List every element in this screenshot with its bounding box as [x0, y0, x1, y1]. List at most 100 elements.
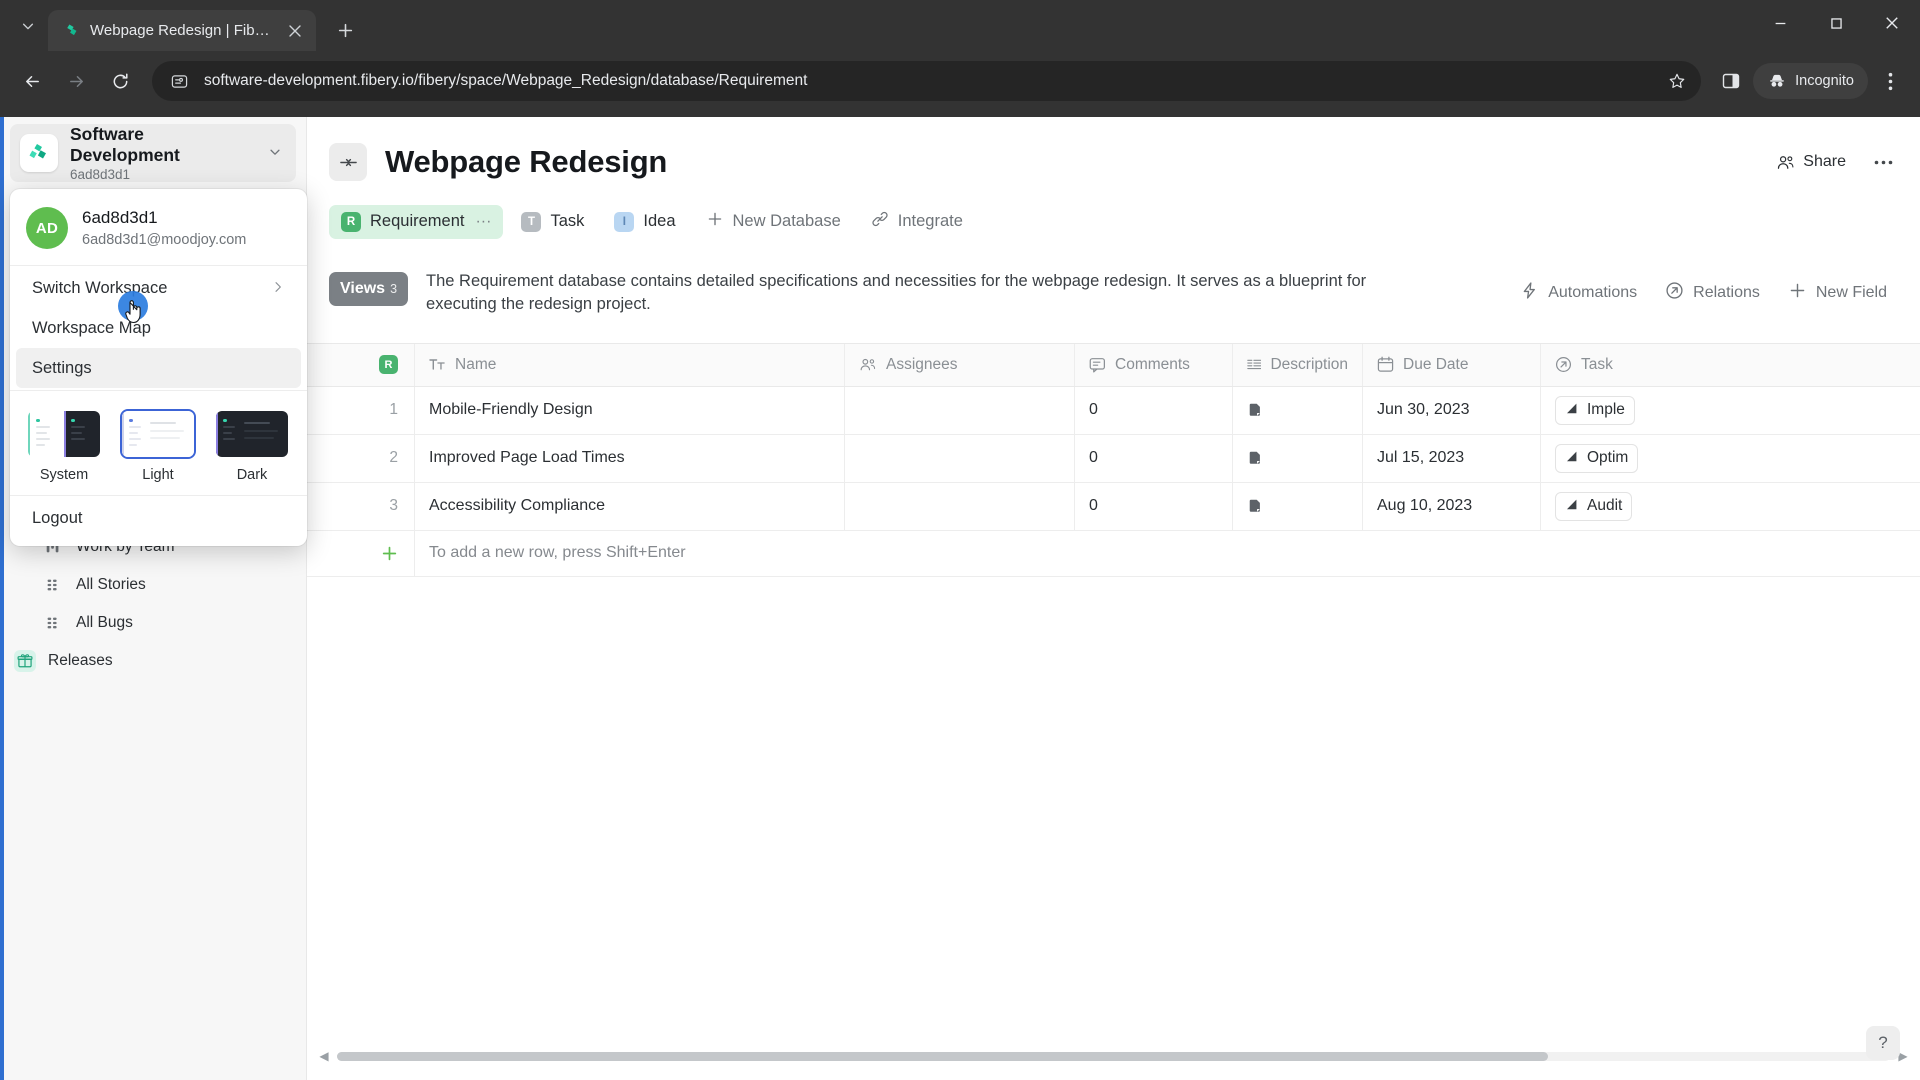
cell-due-date[interactable]: Jul 15, 2023	[1363, 434, 1541, 482]
column-header-name[interactable]: Name	[415, 343, 845, 386]
reload-button[interactable]	[100, 61, 140, 101]
address-bar[interactable]: software-development.fibery.io/fibery/sp…	[152, 61, 1702, 101]
cell-name[interactable]: Accessibility Compliance	[415, 482, 845, 530]
views-button[interactable]: Views 3	[329, 272, 409, 306]
row-index-cell: 1	[307, 386, 415, 434]
column-label: Description	[1270, 355, 1348, 373]
column-label: Task	[1581, 355, 1613, 373]
new-field-button[interactable]: New Field	[1777, 274, 1898, 312]
table-row[interactable]: 3 Accessibility Compliance 0 Aug 10, 202…	[307, 482, 1920, 531]
horizontal-scrollbar[interactable]: ◀ ▶	[307, 1046, 1920, 1066]
automations-button[interactable]: Automations	[1509, 274, 1648, 312]
views-count: 3	[390, 282, 398, 296]
browser-window: Webpage Redesign | Fibery software-devel…	[0, 0, 1920, 1080]
page-info-icon[interactable]	[164, 66, 194, 96]
close-window-button[interactable]	[1864, 0, 1920, 46]
task-chip[interactable]: Optim	[1555, 443, 1639, 473]
plus-icon[interactable]	[307, 530, 415, 576]
side-panel-icon[interactable]	[1713, 63, 1749, 99]
task-chip[interactable]: Audit	[1555, 491, 1633, 521]
sidebar-item-label: All Bugs	[76, 614, 133, 631]
cell-assignees[interactable]	[845, 434, 1075, 482]
theme-option-dark[interactable]: Dark	[214, 409, 290, 483]
add-row-hint: To add a new row, press Shift+Enter	[429, 544, 686, 562]
account-dropdown-menu: AD 6ad8d3d1 6ad8d3d1@moodjoy.com Switch …	[10, 189, 307, 546]
help-button[interactable]: ?	[1866, 1026, 1900, 1060]
database-description: The Requirement database contains detail…	[426, 272, 1367, 314]
grid-view-icon	[42, 574, 64, 596]
column-header-comments[interactable]: Comments	[1075, 343, 1233, 386]
column-header-assignees[interactable]: Assignees	[845, 343, 1075, 386]
theme-option-system[interactable]: System	[26, 409, 102, 483]
logout-button[interactable]: Logout	[16, 498, 301, 538]
column-header-task[interactable]: Task	[1541, 344, 1781, 386]
action-label: Integrate	[897, 212, 963, 230]
theme-thumbnail[interactable]	[26, 409, 102, 459]
collapse-sidebar-icon[interactable]	[329, 143, 367, 181]
sidebar-item-releases[interactable]: Releases	[0, 642, 306, 680]
sidebar-item-all-stories[interactable]: All Stories	[0, 566, 306, 604]
scrollbar-thumb[interactable]	[337, 1051, 1549, 1061]
add-row[interactable]: To add a new row, press Shift+Enter	[307, 530, 1920, 577]
task-chip[interactable]: Imple	[1555, 395, 1635, 425]
theme-thumbnail[interactable]	[214, 409, 290, 459]
cell-description[interactable]	[1233, 386, 1363, 434]
table-row[interactable]: 2 Improved Page Load Times 0 Jul 15, 202…	[307, 434, 1920, 483]
ellipsis-icon[interactable]	[1866, 145, 1900, 179]
menu-item-switch-workspace[interactable]: Switch Workspace	[16, 268, 301, 308]
scroll-left-icon[interactable]: ◀	[317, 1049, 331, 1063]
database-tab-idea[interactable]: I Idea	[602, 205, 687, 239]
cell-comments[interactable]: 0	[1075, 434, 1233, 482]
table-row[interactable]: 1 Mobile-Friendly Design 0 Jun 30, 2023 …	[307, 386, 1920, 435]
share-button[interactable]: Share	[1764, 146, 1858, 179]
cell-comments[interactable]: 0	[1075, 386, 1233, 434]
close-icon[interactable]	[284, 20, 306, 42]
browser-tab[interactable]: Webpage Redesign | Fibery	[48, 10, 316, 51]
kebab-menu-icon[interactable]	[1872, 63, 1908, 99]
grid-view-icon	[42, 612, 64, 634]
minimize-icon	[1775, 22, 1785, 24]
cell-comments[interactable]: 0	[1075, 482, 1233, 530]
cell-assignees[interactable]	[845, 386, 1075, 434]
cell-due-date[interactable]: Jun 30, 2023	[1363, 386, 1541, 434]
cell-description[interactable]	[1233, 482, 1363, 530]
integrate-button[interactable]: Integrate	[859, 203, 975, 240]
task-label: Optim	[1587, 449, 1629, 467]
theme-thumbnail[interactable]	[120, 409, 196, 459]
column-header-description[interactable]: Description	[1233, 343, 1363, 386]
account-row[interactable]: AD 6ad8d3d1 6ad8d3d1@moodjoy.com	[10, 195, 307, 263]
cell-task[interactable]: Imple	[1541, 387, 1781, 434]
theme-option-light[interactable]: Light	[120, 409, 196, 483]
star-icon[interactable]	[1661, 65, 1693, 97]
database-tab-requirement[interactable]: R Requirement ···	[329, 204, 504, 239]
incognito-label: Incognito	[1795, 73, 1854, 89]
cell-name[interactable]: Mobile-Friendly Design	[415, 386, 845, 434]
column-header-due-date[interactable]: Due Date	[1363, 343, 1541, 386]
ellipsis-icon[interactable]: ···	[475, 213, 491, 231]
incognito-indicator[interactable]: Incognito	[1753, 63, 1868, 99]
forward-button[interactable]	[56, 61, 96, 101]
minimize-button[interactable]	[1752, 0, 1808, 46]
cell-description[interactable]	[1233, 434, 1363, 482]
menu-item-workspace-map[interactable]: Workspace Map	[16, 308, 301, 348]
cell-task[interactable]: Optim	[1541, 435, 1781, 482]
workspace-switcher[interactable]: Software Development 6ad8d3d1	[10, 124, 296, 182]
chevron-down-icon[interactable]	[268, 145, 286, 162]
cell-name[interactable]: Improved Page Load Times	[415, 434, 845, 482]
scrollbar-track[interactable]	[337, 1051, 1890, 1061]
maximize-button[interactable]	[1808, 0, 1864, 46]
theme-preview-content	[143, 411, 194, 457]
database-tools: Automations Relations New Field	[1509, 270, 1898, 312]
tab-search-button[interactable]	[8, 6, 48, 46]
relations-button[interactable]: Relations	[1654, 274, 1771, 312]
menu-item-settings[interactable]: Settings	[16, 348, 301, 388]
cell-due-date[interactable]: Aug 10, 2023	[1363, 482, 1541, 530]
cell-assignees[interactable]	[845, 482, 1075, 530]
cell-task[interactable]: Audit	[1541, 483, 1781, 530]
main-content: Webpage Redesign Share R Requirement ···…	[307, 117, 1920, 1080]
sidebar-item-all-bugs[interactable]: All Bugs	[0, 604, 306, 642]
database-tab-task[interactable]: T Task	[509, 205, 596, 239]
new-tab-button[interactable]	[328, 13, 362, 47]
new-database-button[interactable]: New Database	[694, 203, 853, 240]
back-button[interactable]	[12, 61, 52, 101]
